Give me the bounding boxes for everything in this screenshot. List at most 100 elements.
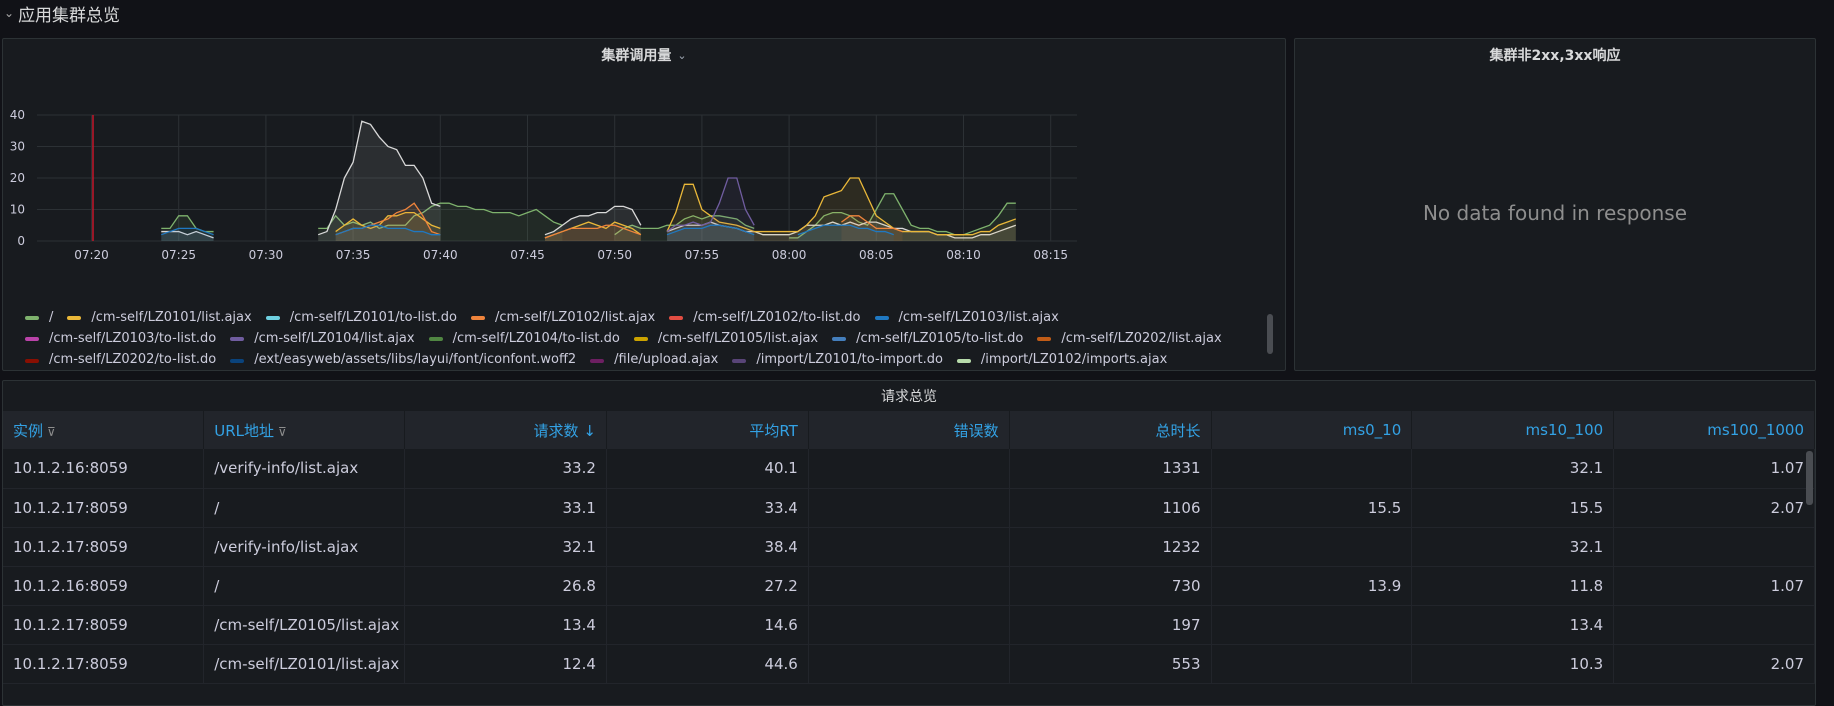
legend-item[interactable]: /import/LZ0102/imports.ajax	[956, 350, 1167, 369]
legend-item[interactable]: /cm-self/LZ0202/list.ajax	[1037, 329, 1222, 350]
legend-swatch	[633, 337, 648, 342]
legend-item[interactable]: /cm-self/LZ0202/to-list.do	[25, 350, 216, 369]
table-cell: /	[203, 488, 405, 528]
table-row[interactable]: 10.1.2.16:8059/verify-info/list.ajax 33.2…	[3, 449, 1815, 489]
column-header-ms10-100[interactable]: ms10_100	[1411, 411, 1615, 449]
x-tick-label: 08:00	[772, 248, 807, 262]
request-overview-panel: 请求总览 实例 ⊽ URL地址 ⊽ 请求数 ↓ 平均RT 错误数 总时长 ms0_1…	[2, 380, 1816, 706]
legend-item[interactable]: /cm-self/LZ0101/list.ajax	[67, 308, 252, 329]
panel-title-label: 集群调用量	[601, 48, 672, 64]
legend-swatch	[67, 316, 82, 320]
sort-desc-icon: ↓	[583, 421, 596, 440]
column-header-label: 请求数	[533, 421, 579, 440]
table-row[interactable]: 10.1.2.17:8059/cm-self/LZ0101/list.ajax 1…	[3, 644, 1815, 684]
legend-item[interactable]: /	[25, 308, 53, 329]
legend-item[interactable]: /cm-self/LZ0103/list.ajax	[874, 308, 1059, 329]
legend-swatch	[25, 316, 39, 320]
legend-label: /cm-self/LZ0202/list.ajax	[1061, 331, 1222, 346]
panel-title-label: 集群非2xx,3xx响应	[1489, 48, 1621, 64]
legend-swatch	[25, 358, 39, 363]
table-cell	[808, 566, 1010, 606]
legend-item[interactable]: /cm-self/LZ0104/list.ajax	[230, 329, 415, 350]
legend-swatch	[265, 316, 280, 320]
legend-item[interactable]: /cm-self/LZ0105/list.ajax	[633, 329, 819, 350]
legend-label: /ext/easyweb/assets/libs/layui/font/icon…	[254, 352, 577, 368]
legend-label: /cm-self/LZ0105/list.ajax	[657, 331, 819, 346]
table-cell: 15.5	[1211, 488, 1413, 528]
legend-item[interactable]: /ext/easyweb/assets/libs/layui/font/icon…	[230, 350, 576, 369]
table-cell: 553	[1009, 644, 1212, 684]
table-cell: 730	[1009, 566, 1212, 606]
x-tick-label: 07:30	[249, 248, 284, 262]
legend-swatch	[470, 316, 485, 320]
column-header-ms100-1000[interactable]: ms100_1000	[1613, 411, 1815, 449]
legend-scrollbar[interactable]	[1267, 314, 1273, 354]
column-header-ms0-10[interactable]: ms0_10	[1211, 411, 1413, 449]
table-cell: 1106	[1009, 488, 1212, 528]
legend-swatch	[25, 337, 39, 342]
y-tick-label: 10	[10, 203, 25, 217]
cluster-calls-panel: 集群调用量 ⌄ 0 10 20 30 40 07:20 07:25 07:30 07:35 07:…	[2, 38, 1286, 371]
table-row[interactable]: 10.1.2.17:8059/33.1 33.4 1106 15.5 15.5 2.07	[3, 488, 1815, 528]
panel-title-label: 请求总览	[881, 389, 937, 405]
legend: / /cm-self/LZ0101/list.ajax/cm-self/LZ010…	[25, 307, 1265, 369]
table-cell: 2.07	[1613, 644, 1815, 684]
legend-label: /cm-self/LZ0105/to-list.do	[856, 331, 1024, 346]
x-tick-label: 08:10	[946, 248, 981, 262]
y-tick-label: 30	[10, 140, 25, 154]
legend-label: /cm-self/LZ0104/list.ajax	[254, 331, 415, 346]
column-header-url[interactable]: URL地址 ⊽	[203, 411, 405, 449]
x-tick-label: 07:40	[423, 248, 458, 262]
legend-item[interactable]: /cm-self/LZ0105/to-list.do	[832, 329, 1023, 350]
table-cell: 14.6	[606, 605, 809, 645]
table-cell	[1613, 527, 1815, 567]
legend-label: /	[49, 309, 54, 325]
chevron-down-icon[interactable]: ⌄	[677, 49, 686, 62]
column-header-instance[interactable]: 实例 ⊽	[3, 411, 205, 449]
table-cell: 33.1	[404, 488, 607, 528]
column-header-errors[interactable]: 错误数	[808, 411, 1010, 449]
table-cell: 32.1	[404, 527, 607, 567]
table-row[interactable]: 10.1.2.17:8059/cm-self/LZ0105/list.ajax 1…	[3, 605, 1815, 645]
legend-item[interactable]: /file/upload.ajax	[590, 350, 718, 369]
legend-label: /cm-self/LZ0101/to-list.do	[289, 309, 457, 325]
table-cell: 33.2	[404, 449, 607, 489]
table-cell	[1211, 644, 1413, 684]
column-header-avg-rt[interactable]: 平均RT	[606, 411, 809, 449]
table-cell: 32.1	[1411, 449, 1615, 489]
legend-swatch	[428, 337, 443, 342]
request-table: 实例 ⊽ URL地址 ⊽ 请求数 ↓ 平均RT 错误数 总时长 ms0_10 ms1…	[3, 411, 1815, 684]
table-cell	[808, 488, 1010, 528]
table-cell: 32.1	[1411, 527, 1615, 567]
legend-item[interactable]: /cm-self/LZ0104/to-list.do	[428, 329, 620, 350]
legend-item[interactable]: /cm-self/LZ0102/list.ajax	[470, 308, 656, 329]
legend-item[interactable]: /cm-self/LZ0103/to-list.do	[25, 329, 216, 350]
chevron-down-icon[interactable]: ⌄	[4, 6, 14, 20]
time-series-chart[interactable]: 0 10 20 30 40 07:20 07:25 07:30 07:35 07:40 07:45 0…	[3, 77, 1287, 307]
filter-icon[interactable]: ⊽	[278, 425, 287, 439]
table-cell: 13.4	[1411, 605, 1615, 645]
column-header-total-time[interactable]: 总时长	[1009, 411, 1212, 449]
legend-item[interactable]: /import/LZ0101/to-import.do	[732, 350, 943, 369]
non-2xx-panel: 集群非2xx,3xx响应 No data found in response	[1294, 38, 1816, 371]
table-cell: 10.3	[1411, 644, 1615, 684]
panel-title[interactable]: 请求总览	[3, 381, 1815, 411]
column-header-requests[interactable]: 请求数 ↓	[404, 411, 607, 449]
panel-title[interactable]: 集群非2xx,3xx响应	[1295, 39, 1815, 71]
legend-item[interactable]: /cm-self/LZ0102/to-list.do	[669, 308, 861, 329]
table-row[interactable]: 10.1.2.16:8059/26.8 27.2 730 13.9 11.8 1.07	[3, 566, 1815, 606]
no-data-message: No data found in response	[1422, 201, 1688, 225]
row-title[interactable]: ⌄ 应用集群总览	[0, 0, 120, 26]
table-cell: 197	[1009, 605, 1212, 645]
legend-label: /cm-self/LZ0102/list.ajax	[494, 309, 656, 325]
legend-swatch	[230, 337, 245, 342]
table-cell: 13.4	[404, 605, 607, 645]
table-scrollbar[interactable]	[1806, 451, 1813, 505]
column-header-label: URL地址	[214, 421, 275, 440]
table-cell: 44.6	[606, 644, 809, 684]
panel-title[interactable]: 集群调用量 ⌄	[3, 39, 1285, 71]
legend-label: /cm-self/LZ0202/to-list.do	[49, 352, 217, 368]
table-row[interactable]: 10.1.2.17:8059/verify-info/list.ajax 32.1…	[3, 527, 1815, 567]
filter-icon[interactable]: ⊽	[47, 425, 56, 439]
legend-item[interactable]: /cm-self/LZ0101/to-list.do	[265, 308, 457, 329]
